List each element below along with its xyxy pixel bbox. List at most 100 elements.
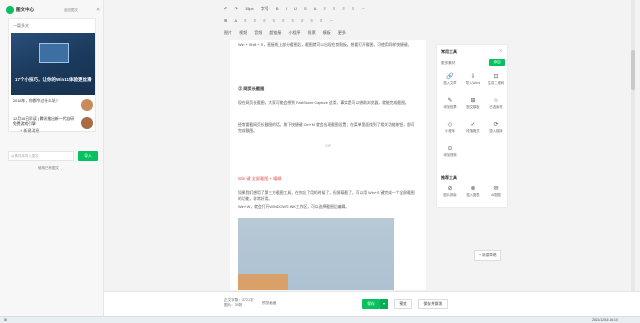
app-root: 图文中心 返回图文 ✕ 一篇多文 17个小技巧，让你的Win11体验更丝滑 20… (0, 0, 640, 323)
align-icon[interactable]: ≡ (324, 6, 326, 11)
paragraph: 如果我们想用了第三方截图工具，在你忘了用的时候了，但屏幕截了，可以用 Win+S… (238, 191, 415, 201)
paragraph: 经常要截网页长截图的话，按下快捷键 Ctrl+M 就会出现截图设置；在菜单里面找… (238, 123, 415, 133)
save-dropdown-icon[interactable]: ▾ (380, 299, 388, 309)
import-button[interactable]: 导入 (78, 151, 98, 161)
italic-icon[interactable]: I (286, 6, 287, 11)
tool-icon: ⇩ (470, 74, 476, 80)
strikethrough-icon[interactable]: S (304, 6, 307, 11)
cover-article[interactable]: 17个小技巧，让你的Win11体验更丝滑 (11, 33, 95, 95)
tool-icon: ⊘ (447, 186, 453, 192)
align-icon[interactable]: ≡ (352, 6, 354, 11)
article-image[interactable] (238, 218, 394, 290)
tool-item[interactable]: ⊘ 图片排版 (439, 185, 461, 207)
paragraph: 现在网页长截图，大家可能会想到 FastStone Capture 这类，事实是… (238, 101, 409, 105)
scrollbar-thumb[interactable] (631, 50, 635, 90)
font-color-icon[interactable]: A (314, 6, 317, 11)
tool-item[interactable]: ⊞ 图文模板 (462, 97, 484, 119)
more-icon[interactable]: ⋯ (361, 6, 365, 11)
preview-button[interactable]: 预览 (394, 299, 412, 309)
preview-settings-link[interactable]: 预览画面 (262, 301, 276, 306)
spacing-icon[interactable]: ≡ (311, 18, 313, 23)
align-icon[interactable]: ≡ (343, 6, 345, 11)
tool-label: 添加视频 (443, 153, 457, 157)
collection-label: 一篇多文 (13, 23, 29, 28)
monitor-image (39, 43, 69, 63)
insert-audio-button[interactable]: 音频 (254, 30, 262, 36)
list-icon[interactable]: ≡ (244, 18, 246, 23)
tool-item[interactable]: ⊡ 生成二维码 (485, 73, 507, 95)
tool-icon: ◇ (447, 122, 453, 128)
tool-label: 插入链接 (489, 129, 503, 133)
list-icon[interactable]: ≡ (254, 18, 256, 23)
font-select[interactable]: 字号 (261, 6, 269, 12)
save-button[interactable]: 保存 (362, 299, 380, 309)
section-heading: ② 网页长截图 (238, 86, 265, 91)
insert-image-button[interactable]: 图片 (224, 30, 232, 36)
spacing-icon[interactable]: ≡ (301, 18, 303, 23)
back-link[interactable]: 返回图文 (64, 6, 78, 14)
editor-area: ↶ ↷ 15px 字号 B I U S A ≡ ≡ ≡ ≡ ⋯ ⊞ A ≡ ≡ … (104, 0, 640, 290)
align-icon[interactable]: ≡ (333, 6, 335, 11)
undo-icon[interactable]: ↶ (224, 6, 227, 11)
import-input[interactable]: 从素材库导入图文 (8, 151, 74, 161)
tool-item[interactable]: ⇩ 导入Word (462, 73, 484, 95)
tool-icon: ✉ (493, 186, 499, 192)
bottom-bar: 正文字数：3721字 图片：39张 预览画面 保存 ▾ 预览 保存并群发 (104, 291, 640, 316)
underline-icon[interactable]: U (294, 6, 297, 11)
insert-vote-button[interactable]: 投票 (308, 30, 316, 36)
list-item-title: 2018年，你都令过什么坑? (13, 99, 58, 103)
tool-icon: ☆ (493, 98, 499, 104)
start-icon[interactable]: ⊞ (4, 318, 7, 322)
tool-label: 图文模板 (466, 105, 480, 109)
article-page[interactable]: Win + Shift + S，直接框上部分截图后，截图就可以出现在剪贴板。想要… (230, 40, 426, 290)
indent-icon[interactable]: ≡ (273, 18, 275, 23)
spacing-icon[interactable]: ≡ (320, 18, 322, 23)
use-existing-link[interactable]: 使用已有图文 (38, 166, 59, 171)
sidebar-title: 图文中心 (16, 7, 34, 12)
sidebar: 图文中心 返回图文 ✕ 一篇多文 17个小技巧，让你的Win11体验更丝滑 20… (0, 0, 104, 316)
close-icon[interactable]: ✕ (96, 6, 100, 14)
tool-item[interactable]: ◇ 小程序 (439, 121, 461, 143)
tool-icon: ⊡ (493, 74, 499, 80)
line-height-icon[interactable]: ≡ (282, 18, 284, 23)
gif-label: GIF (325, 144, 331, 148)
bold-icon[interactable]: B (276, 6, 279, 11)
insert-link-button[interactable]: 超链接 (269, 30, 281, 36)
template-button[interactable]: 模板 (323, 30, 331, 36)
tool-label: 图片排版 (443, 193, 457, 197)
more-icon[interactable]: ⋯ (330, 18, 334, 23)
sidebar-header: 图文中心 返回图文 ✕ (6, 6, 102, 16)
add-button[interactable]: 添加 (489, 59, 505, 66)
tool-item[interactable]: ☆ 已选素材 (485, 97, 507, 119)
tool-label: 段落格式 (466, 129, 480, 133)
tool-item[interactable]: ✉ AI配图 (485, 185, 507, 207)
font-color-icon[interactable]: A (234, 18, 237, 23)
tool-item[interactable]: ⟳ 插入链接 (485, 121, 507, 143)
spacing-icon[interactable]: ≡ (292, 18, 294, 23)
clock: 2021/12/16 16:10 (592, 318, 618, 322)
close-icon[interactable]: ✕ (499, 48, 502, 53)
tool-item[interactable]: ⊙ 添加视频 (439, 145, 461, 167)
font-size-select[interactable]: 15px (245, 6, 254, 11)
redo-icon[interactable]: ↷ (234, 6, 237, 11)
tool-item[interactable]: ⊗ 插入图表 (462, 185, 484, 207)
publish-button[interactable]: 保存并群发 (418, 299, 448, 309)
tool-item[interactable]: ✓ 段落格式 (462, 121, 484, 143)
indent-icon[interactable]: ≡ (263, 18, 265, 23)
tool-item[interactable]: ✎ 添加投票 (439, 97, 461, 119)
add-message-button[interactable]: + 新建消息 (20, 128, 39, 134)
table-icon[interactable]: ⊞ (224, 18, 227, 23)
insert-miniprogram-button[interactable]: 小程序 (289, 30, 301, 36)
toolbar-row: ↶ ↷ 15px 字号 B I U S A ≡ ≡ ≡ ≡ ⋯ (224, 6, 544, 14)
article-collection-card: 一篇多文 17个小技巧，让你的Win11体验更丝滑 2018年，你都令过什么坑?… (8, 18, 96, 132)
list-item[interactable]: 2018年，你都令过什么坑? (11, 97, 95, 115)
tool-label: 生成二维码 (487, 81, 505, 85)
insert-video-button[interactable]: 视频 (239, 30, 247, 36)
tool-label: AI配图 (491, 193, 501, 197)
new-draft-button[interactable]: + 新建草稿 (474, 250, 502, 261)
more-button[interactable]: 更多 (338, 30, 346, 36)
list-item-title: 12月16日早读 | 腾讯推出新一代自研免费游戏引擎 (13, 117, 74, 126)
scrollbar-track[interactable] (631, 0, 635, 291)
tool-item[interactable]: 🔗 插入文章 (439, 73, 461, 95)
tool-label: 导入Word (465, 81, 481, 85)
